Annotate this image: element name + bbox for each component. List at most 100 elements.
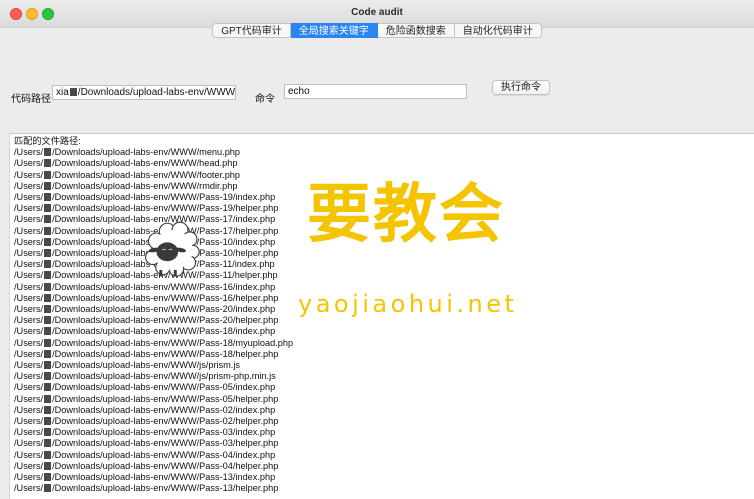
redaction-mask [44, 484, 52, 493]
result-prefix: /Users/ [14, 214, 44, 225]
result-path: /Downloads/upload-labs-env/WWW/rmdir.php [52, 180, 238, 191]
results-header: 匹配的文件路径: [14, 136, 81, 146]
command-label: 命令 [255, 94, 275, 105]
tab-gpt-audit[interactable]: GPT代码审计 [212, 23, 291, 38]
result-prefix: /Users/ [14, 192, 44, 203]
watermark-text: 要教会 [307, 177, 505, 252]
redaction-mask [44, 394, 52, 403]
result-line: /Users/ /Downloads/upload-labs-env/WWW/Pa… [14, 483, 754, 494]
redaction-mask [44, 260, 52, 269]
redaction-mask [44, 204, 52, 213]
redaction-mask [44, 181, 52, 190]
result-prefix: /Users/ [14, 360, 44, 371]
result-line: /Users/ /Downloads/upload-labs-env/WWW/Pa… [14, 472, 754, 483]
result-prefix: /Users/ [14, 326, 44, 337]
result-prefix: /Users/ [14, 393, 44, 404]
redaction-mask [44, 473, 52, 482]
result-line: /Users/ /Downloads/upload-labs-env/WWW/Pa… [14, 326, 754, 337]
result-prefix: /Users/ [14, 404, 44, 415]
result-prefix: /Users/ [14, 158, 44, 169]
result-line: /Users/ /Downloads/upload-labs-env/WWW/Pa… [14, 349, 754, 360]
path-prefix: xia [56, 87, 69, 98]
redaction-mask [44, 249, 52, 258]
result-prefix: /Users/ [14, 348, 44, 359]
result-path: /Downloads/upload-labs-env/WWW/menu.php [52, 147, 241, 158]
result-path: /Downloads/upload-labs-env/WWW/Pass-16/i… [52, 281, 276, 292]
result-path: /Downloads/upload-labs-env/WWW/Pass-05/h… [52, 393, 279, 404]
redaction-mask [44, 293, 52, 302]
result-path: /Downloads/upload-labs-env/WWW/Pass-02/i… [52, 404, 276, 415]
redaction-mask [44, 316, 52, 325]
result-prefix: /Users/ [14, 292, 44, 303]
result-path: /Downloads/upload-labs-env/WWW/Pass-11/i… [52, 259, 275, 270]
redaction-mask [44, 417, 52, 426]
result-prefix: /Users/ [14, 203, 44, 214]
redaction-mask [44, 237, 52, 246]
result-prefix: /Users/ [14, 259, 44, 270]
result-prefix: /Users/ [14, 169, 44, 180]
result-prefix: /Users/ [14, 304, 44, 315]
redaction-mask [44, 159, 52, 168]
result-path: /Downloads/upload-labs-env/WWW/Pass-03/i… [52, 427, 276, 438]
result-path: /Downloads/upload-labs-env/WWW/head.php [52, 158, 238, 169]
result-prefix: /Users/ [14, 236, 44, 247]
result-prefix: /Users/ [14, 427, 44, 438]
result-path: /Downloads/upload-labs-env/WWW/Pass-19/h… [52, 203, 279, 214]
result-prefix: /Users/ [14, 472, 44, 483]
result-path: /Downloads/upload-labs-env/WWW/Pass-05/i… [52, 382, 276, 393]
result-prefix: /Users/ [14, 438, 44, 449]
result-path: /Downloads/upload-labs-env/WWW/Pass-17/i… [52, 214, 276, 225]
window-title: Code audit [351, 7, 403, 18]
redaction-mask [69, 88, 77, 96]
result-prefix: /Users/ [14, 449, 44, 460]
result-path: /Downloads/upload-labs-env/WWW/footer.ph… [52, 169, 241, 180]
path-label: 代码路径 [11, 94, 51, 105]
result-path: /Downloads/upload-labs-env/WWW/Pass-13/h… [52, 483, 279, 494]
result-line: /Users/ /Downloads/upload-labs-env/WWW/Pa… [14, 438, 754, 449]
result-prefix: /Users/ [14, 147, 44, 158]
result-line: /Users/ /Downloads/upload-labs-env/WWW/Pa… [14, 461, 754, 472]
result-path: /Downloads/upload-labs-env/WWW/Pass-20/i… [52, 304, 276, 315]
result-path: /Downloads/upload-labs-env/WWW/Pass-18/m… [52, 337, 294, 348]
result-path: /Downloads/upload-labs-env/WWW/Pass-04/h… [52, 460, 279, 471]
redaction-mask [44, 215, 52, 224]
watermark-url: yaojiaohui.net [298, 290, 518, 318]
result-path: /Downloads/upload-labs-env/WWW/Pass-04/i… [52, 449, 276, 460]
result-path: /Downloads/upload-labs-env/WWW/Pass-10/i… [52, 236, 276, 247]
result-path: /Downloads/upload-labs-env/WWW/Pass-18/i… [52, 326, 276, 337]
redaction-mask [44, 193, 52, 202]
result-path: /Downloads/upload-labs-env/WWW/Pass-11/h… [52, 270, 278, 281]
result-line: /Users/ /Downloads/upload-labs-env/WWW/Pa… [14, 259, 754, 270]
result-path: /Downloads/upload-labs-env/WWW/js/prism.… [52, 360, 240, 371]
result-prefix: /Users/ [14, 270, 44, 281]
redaction-mask [44, 361, 52, 370]
result-line: /Users/ /Downloads/upload-labs-env/WWW/js… [14, 371, 754, 382]
redaction-mask [44, 428, 52, 437]
result-prefix: /Users/ [14, 248, 44, 259]
redaction-mask [44, 372, 52, 381]
redaction-mask [44, 305, 52, 314]
redaction-mask [44, 383, 52, 392]
result-line: /Users/ /Downloads/upload-labs-env/WWW/Pa… [14, 270, 754, 281]
redaction-mask [44, 450, 52, 459]
path-input[interactable]: xia/Downloads/upload-labs-env/WWW [52, 85, 236, 100]
redaction-mask [44, 226, 52, 235]
result-line: /Users/ /Downloads/upload-labs-env/WWW/Pa… [14, 382, 754, 393]
result-line: /Users/ /Downloads/upload-labs-env/WWW/he… [14, 158, 754, 169]
result-line: /Users/ /Downloads/upload-labs-env/WWW/Pa… [14, 450, 754, 461]
result-line: /Users/ /Downloads/upload-labs-env/WWW/me… [14, 147, 754, 158]
path-value: /Downloads/upload-labs-env/WWW [77, 87, 236, 98]
result-prefix: /Users/ [14, 225, 44, 236]
redaction-mask [44, 170, 52, 179]
result-prefix: /Users/ [14, 281, 44, 292]
run-command-button[interactable]: 执行命令 [492, 80, 550, 95]
tab-auto-audit[interactable]: 自动化代码审计 [454, 23, 542, 38]
redaction-mask [44, 148, 52, 157]
result-prefix: /Users/ [14, 315, 44, 326]
result-path: /Downloads/upload-labs-env/WWW/js/prism-… [52, 371, 276, 382]
result-path: /Downloads/upload-labs-env/WWW/Pass-03/h… [52, 438, 279, 449]
command-input[interactable]: echo [284, 84, 467, 99]
tab-global-keyword-search[interactable]: 全局搜索关键字 [290, 23, 378, 38]
tab-dangerous-function-search[interactable]: 危险函数搜索 [377, 23, 455, 38]
result-prefix: /Users/ [14, 337, 44, 348]
